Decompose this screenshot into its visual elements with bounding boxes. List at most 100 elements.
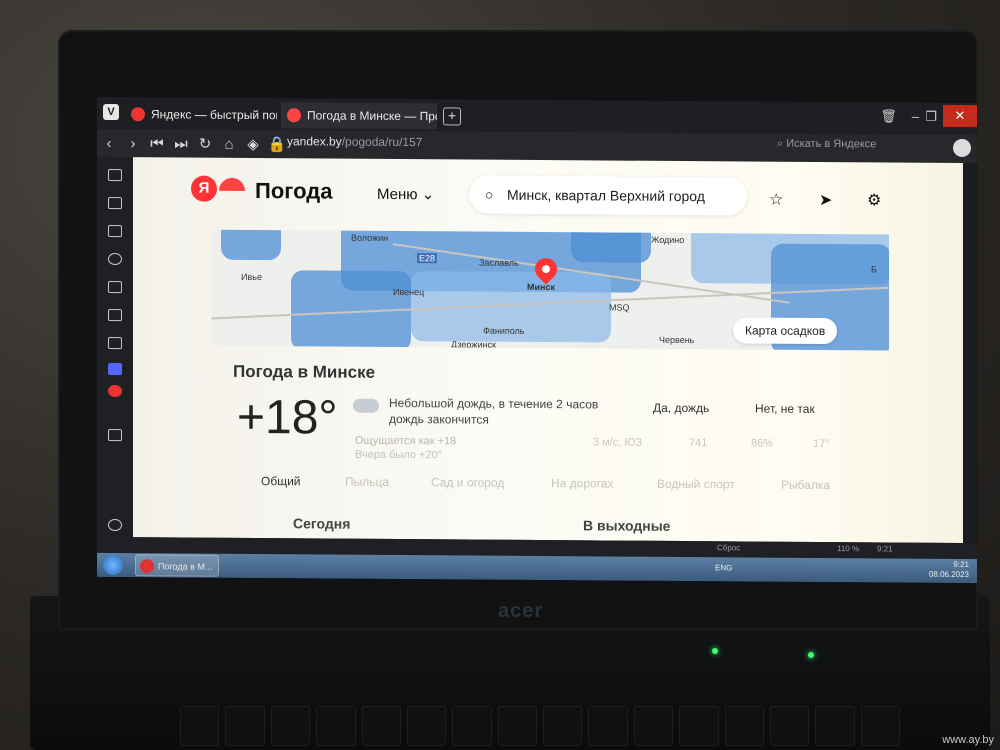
star-icon[interactable]: ☆: [769, 190, 783, 210]
trash-icon[interactable]: 🗑: [880, 108, 897, 124]
humidity-value: 86%: [751, 437, 774, 450]
map-label: Воложин: [351, 232, 389, 243]
location-arrow-icon[interactable]: ➤: [819, 190, 832, 210]
menu-button[interactable]: Меню ⌄: [377, 185, 434, 203]
tab-pollen[interactable]: Пыльца: [345, 475, 389, 489]
start-button[interactable]: [103, 554, 123, 576]
close-icon[interactable]: ✕: [943, 104, 977, 128]
maximize-icon[interactable]: ❐: [925, 109, 937, 125]
gear-icon[interactable]: ⚙: [867, 190, 881, 210]
map-label: Червень: [659, 334, 695, 346]
weather-page: Я Погода Меню ⌄ ○ Минск, квартал Верхний…: [133, 157, 963, 543]
status-led-icon: [712, 648, 718, 654]
tab-fishing[interactable]: Рыбалка: [781, 478, 830, 492]
tab-garden[interactable]: Сад и огород: [431, 475, 504, 490]
map-label: Фаниполь: [483, 325, 525, 336]
map-label: E28: [417, 253, 438, 264]
tab-weather-minsk[interactable]: Погода в Минске — Прогноз: [281, 102, 437, 130]
reload-icon[interactable]: ↻: [193, 135, 217, 153]
vivaldi-icon[interactable]: [108, 385, 122, 398]
section-weekend[interactable]: В выходные: [583, 517, 670, 534]
rewind-icon[interactable]: ⏮: [145, 135, 169, 152]
mastodon-icon[interactable]: [108, 363, 122, 376]
keyboard-language[interactable]: ENG: [715, 563, 732, 572]
pressure-value: 741: [689, 437, 708, 450]
status-reset[interactable]: Сброс: [717, 543, 740, 552]
fast-forward-icon[interactable]: ⏭: [169, 135, 193, 152]
rain-area: [221, 229, 281, 261]
yesterday-temp: Вчера было +20°: [355, 448, 443, 462]
taskbar-clock[interactable]: 9:21 08.06.2023: [929, 560, 969, 580]
bookmarks-icon[interactable]: [108, 169, 122, 182]
minimize-icon[interactable]: –: [912, 109, 919, 124]
status-clock: 9:21: [877, 544, 893, 554]
yandex-weather-icon: [287, 108, 301, 123]
profile-avatar[interactable]: [953, 138, 971, 158]
map-label: Заславль: [479, 257, 519, 268]
address-path: /pogoda/ru/157: [341, 134, 423, 150]
tab-general[interactable]: Общий: [261, 474, 301, 488]
clock-time: 9:21: [953, 559, 969, 570]
window-panel-icon[interactable]: [108, 309, 122, 322]
precipitation-map-button[interactable]: Карта осадков: [733, 317, 838, 345]
map-label: MSQ: [609, 302, 630, 313]
power-led-icon: [808, 652, 814, 658]
map-label: Ивье: [241, 271, 262, 283]
downloads-icon[interactable]: [108, 225, 122, 238]
search-placeholder: Искать в Яндексе: [786, 137, 877, 151]
vivaldi-menu-icon[interactable]: V: [103, 103, 119, 121]
tab-yandex-search[interactable]: Яндекс — быстрый поиск: [125, 101, 277, 128]
keyboard-row: [180, 706, 900, 746]
map-label: Дзержинск: [451, 339, 496, 350]
forward-icon[interactable]: ›: [121, 135, 145, 152]
zoom-level[interactable]: 110 %: [837, 544, 859, 553]
notes-icon[interactable]: [108, 281, 122, 294]
page-title: Погода в Минске: [233, 361, 376, 382]
translate-icon[interactable]: [108, 337, 122, 350]
service-title[interactable]: Погода: [255, 178, 332, 205]
tab-label: Погода в Минске — Прогноз: [307, 108, 437, 124]
city-search-input[interactable]: ○ Минск, квартал Верхний город: [469, 175, 747, 216]
map-label: Минск: [527, 281, 555, 293]
back-icon[interactable]: ‹: [97, 134, 121, 151]
poll-no-button[interactable]: Нет, не так: [755, 402, 815, 416]
cloud-rain-icon: [353, 398, 379, 413]
rain-area: [571, 229, 651, 263]
laptop-screen: V Яндекс — быстрый поиск Погода в Минске…: [97, 96, 977, 584]
yandex-icon: [131, 107, 145, 122]
feels-like: Ощущается как +18: [355, 434, 457, 448]
current-temperature: +18°: [237, 390, 338, 445]
history-icon[interactable]: [108, 253, 122, 266]
yandex-logo[interactable]: Я: [191, 175, 217, 202]
tab-water-sport[interactable]: Водный спорт: [657, 477, 735, 492]
section-today[interactable]: Сегодня: [293, 515, 350, 531]
umbrella-icon: [219, 177, 245, 191]
tab-label: Яндекс — быстрый поиск: [151, 107, 277, 123]
map-label: Ивенец: [393, 286, 425, 298]
wind-value: 3 м/с, ЮЗ: [593, 436, 643, 449]
chevron-down-icon: ⌄: [421, 186, 435, 204]
tab-roads[interactable]: На дорогах: [551, 476, 613, 490]
settings-icon[interactable]: [108, 519, 122, 532]
taskbar-browser-item[interactable]: Погода в М...: [135, 554, 219, 577]
menu-label: Меню: [377, 185, 418, 204]
add-panel-icon[interactable]: [108, 429, 122, 442]
browser-search-field[interactable]: ⌕ Искать в Яндексе: [777, 138, 876, 152]
shield-icon[interactable]: ◈: [241, 135, 265, 153]
precipitation-map[interactable]: Воложин Жодино Ивье Заславль Минск Ивене…: [211, 229, 889, 351]
watermark: www.ay.by: [942, 734, 994, 746]
laptop-brand-logo: acer: [498, 600, 544, 622]
lock-icon: 🔒: [267, 136, 287, 154]
search-icon: ⌕: [777, 137, 787, 150]
side-panel: [97, 156, 133, 538]
clock-date: 08.06.2023: [928, 569, 969, 580]
new-tab-button[interactable]: +: [443, 107, 461, 126]
map-label: Жодино: [651, 234, 685, 246]
condition-text: Небольшой дождь, в течение 2 часов дождь…: [389, 395, 599, 427]
address-bar[interactable]: yandex.by/pogoda/ru/157: [287, 134, 422, 149]
home-icon[interactable]: ⌂: [217, 135, 241, 152]
search-icon: ○: [485, 186, 494, 203]
poll-yes-button[interactable]: Да, дождь: [653, 401, 709, 415]
reading-list-icon[interactable]: [108, 197, 122, 210]
city-search-value: Минск, квартал Верхний город: [507, 186, 705, 205]
